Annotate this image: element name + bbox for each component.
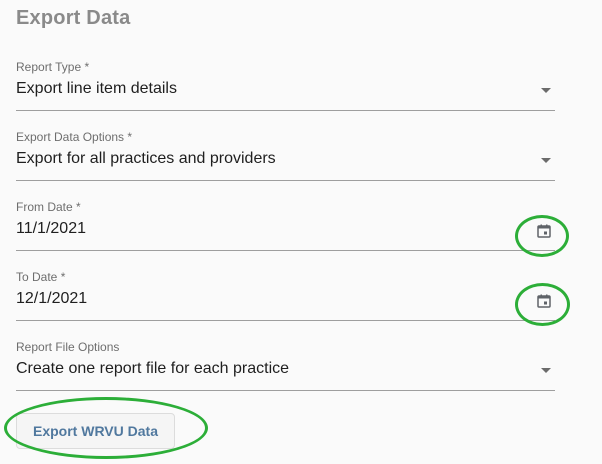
report-file-options-select[interactable]: Report File Options Create one report fi… — [16, 340, 555, 391]
chevron-down-icon[interactable] — [541, 88, 551, 93]
to-date-field[interactable]: To Date * 12/1/2021 — [16, 270, 555, 321]
export-data-options-label: Export Data Options * — [16, 130, 133, 144]
annotation-circle-to-date — [515, 283, 570, 326]
page-title: Export Data — [16, 7, 131, 29]
report-file-options-label: Report File Options — [16, 340, 120, 354]
to-date-value[interactable]: 12/1/2021 — [16, 290, 87, 308]
report-file-options-value[interactable]: Create one report file for each practice — [16, 360, 289, 378]
chevron-down-icon[interactable] — [541, 158, 551, 163]
export-data-options-value[interactable]: Export for all practices and providers — [16, 150, 276, 168]
report-type-select[interactable]: Report Type * Export line item details — [16, 60, 555, 111]
report-type-label: Report Type * — [16, 60, 90, 74]
from-date-field[interactable]: From Date * 11/1/2021 — [16, 200, 555, 251]
chevron-down-icon[interactable] — [541, 368, 551, 373]
to-date-label: To Date * — [16, 270, 66, 284]
from-date-value[interactable]: 11/1/2021 — [16, 220, 86, 238]
annotation-circle-export-button — [4, 397, 208, 459]
annotation-circle-from-date — [515, 215, 569, 257]
report-type-value[interactable]: Export line item details — [16, 80, 177, 98]
from-date-label: From Date * — [16, 200, 81, 214]
export-data-options-select[interactable]: Export Data Options * Export for all pra… — [16, 130, 555, 181]
